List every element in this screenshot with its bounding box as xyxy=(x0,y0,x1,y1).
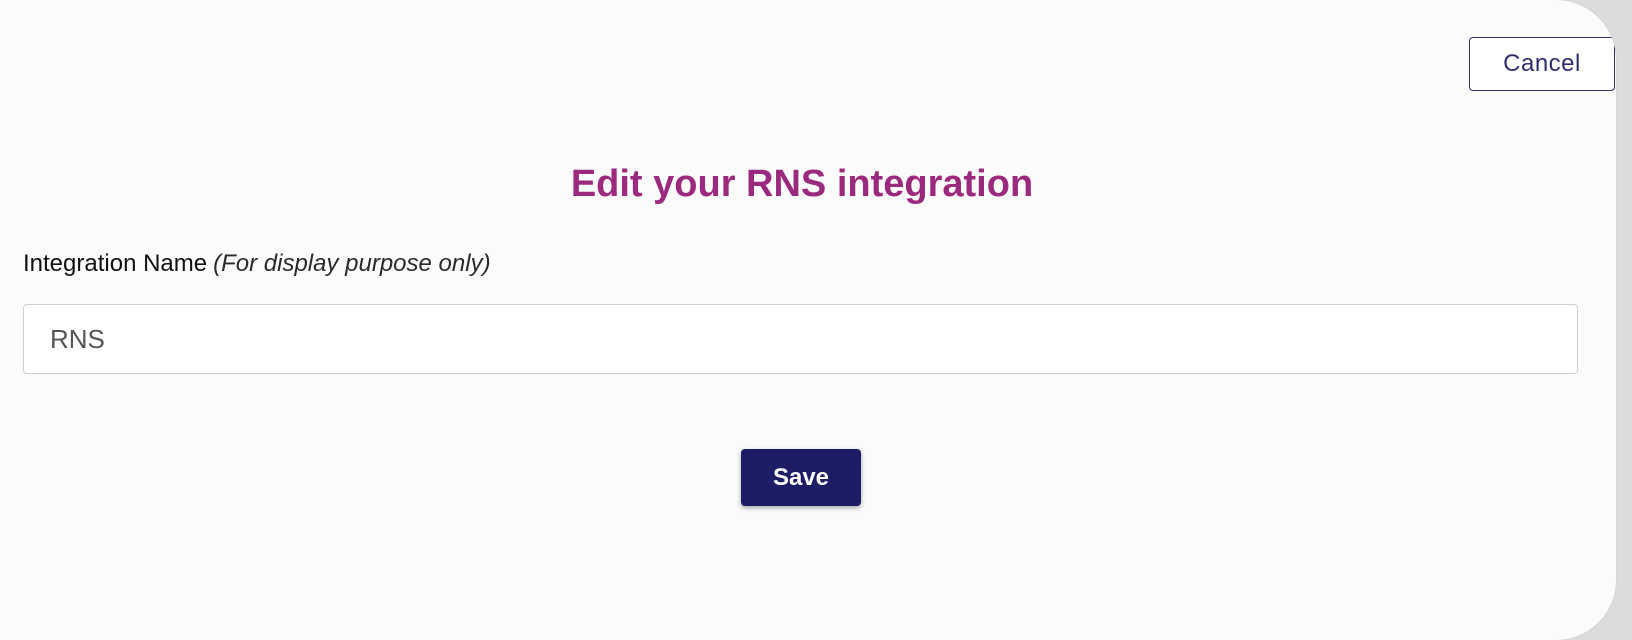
integration-name-note: (For display purpose only) xyxy=(213,250,491,277)
integration-name-input[interactable] xyxy=(23,304,1578,374)
save-button[interactable]: Save xyxy=(741,449,861,506)
integration-name-label-group: Integration Name (For display purpose onl… xyxy=(23,247,491,281)
dialog-title: Edit your RNS integration xyxy=(570,163,1034,205)
cancel-button[interactable]: Cancel xyxy=(1469,37,1615,91)
integration-name-label: Integration Name xyxy=(23,250,208,277)
edit-integration-dialog: Cancel Edit your RNS integration Integra… xyxy=(0,0,1616,640)
